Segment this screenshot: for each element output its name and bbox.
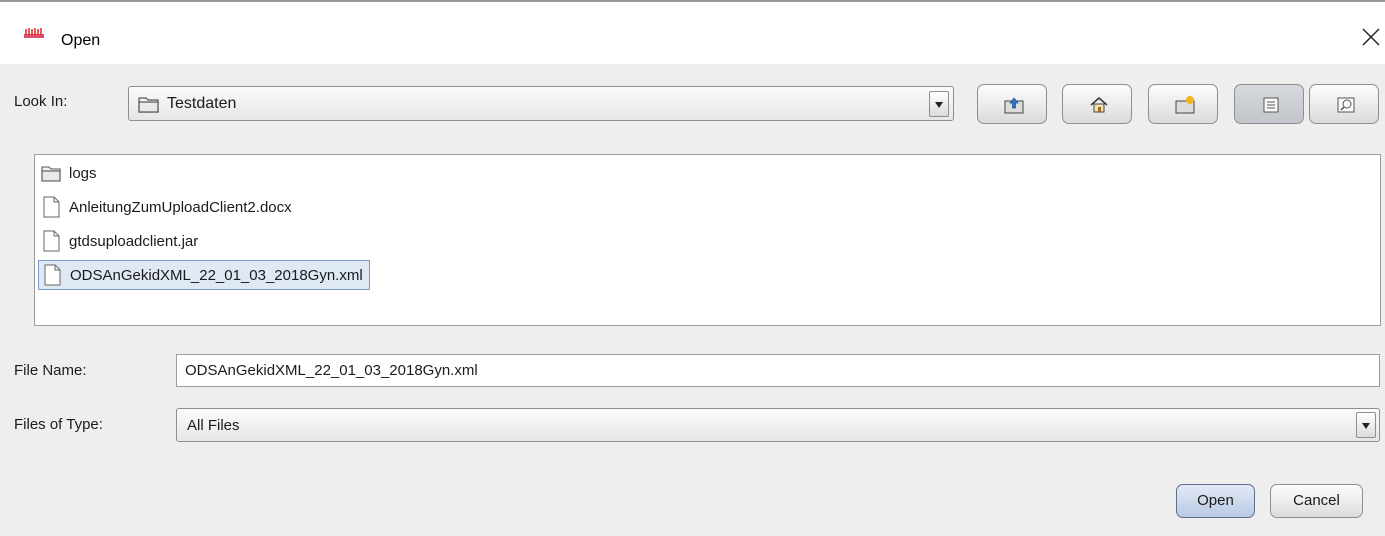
up-one-level-button[interactable] [977, 84, 1047, 124]
file-list[interactable]: logs AnleitungZumUploadClient2.docx gtds… [34, 154, 1381, 326]
close-icon[interactable] [1360, 26, 1382, 48]
dialog-body: Look In: Testdaten logs AnleitungZumUplo… [0, 64, 1385, 536]
title-bar: Open [0, 2, 1385, 64]
list-item-selected[interactable]: ODSAnGekidXML_22_01_03_2018Gyn.xml [38, 260, 370, 290]
open-button-label: Open [1197, 492, 1234, 509]
folder-icon [41, 166, 61, 182]
look-in-dropdown-arrow[interactable] [929, 91, 949, 117]
file-icon [43, 230, 60, 252]
file-type-label: Files of Type: [14, 416, 103, 433]
folder-up-icon [1004, 97, 1024, 114]
look-in-label: Look In: [14, 93, 68, 110]
folder-icon [138, 97, 159, 113]
open-button[interactable]: Open [1176, 484, 1255, 518]
new-folder-button[interactable] [1148, 84, 1218, 124]
file-name-text: gtdsuploadclient.jar [69, 232, 199, 250]
file-name-text: ODSAnGekidXML_22_01_03_2018Gyn.xml [70, 266, 363, 284]
look-in-value: Testdaten [167, 95, 237, 112]
file-type-combo[interactable]: All Files [176, 408, 1380, 442]
details-view-icon [1337, 97, 1355, 113]
cancel-button[interactable]: Cancel [1270, 484, 1363, 518]
window-title: Open [61, 32, 101, 49]
home-button[interactable] [1062, 84, 1132, 124]
file-name-label: File Name: [14, 362, 87, 379]
list-item[interactable]: AnleitungZumUploadClient2.docx [41, 192, 292, 222]
new-folder-icon [1175, 96, 1195, 114]
open-dialog: Open Look In: Testdaten logs AnleitungZu… [0, 0, 1385, 536]
list-item[interactable]: logs [41, 158, 97, 188]
app-icon [24, 28, 44, 38]
list-item[interactable]: gtdsuploadclient.jar [41, 226, 198, 256]
home-icon [1090, 97, 1108, 113]
file-name-text: logs [69, 164, 97, 182]
list-view-button[interactable] [1234, 84, 1304, 124]
file-icon [43, 196, 60, 218]
cancel-button-label: Cancel [1293, 492, 1340, 509]
file-icon [44, 264, 61, 286]
file-name-input[interactable]: ODSAnGekidXML_22_01_03_2018Gyn.xml [176, 354, 1380, 387]
file-name-text: AnleitungZumUploadClient2.docx [69, 198, 292, 216]
list-view-icon [1263, 97, 1279, 113]
file-type-dropdown-arrow[interactable] [1356, 412, 1376, 438]
details-view-button[interactable] [1309, 84, 1379, 124]
look-in-combo[interactable]: Testdaten [128, 86, 954, 121]
file-type-value: All Files [187, 417, 240, 434]
